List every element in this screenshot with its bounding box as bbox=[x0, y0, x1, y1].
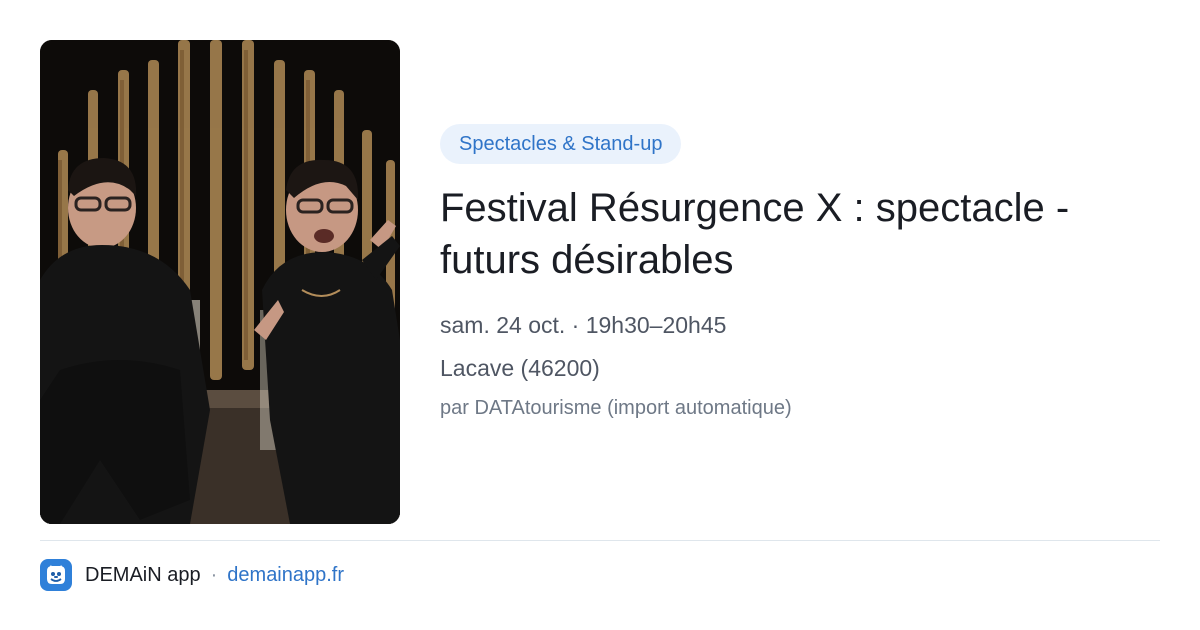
footer-separator: · bbox=[210, 563, 218, 586]
domain-link[interactable]: demainapp.fr bbox=[227, 564, 344, 587]
app-name: DEMAiN app bbox=[85, 563, 201, 586]
demain-app-icon bbox=[40, 559, 72, 591]
event-datetime: sam. 24 oct. · 19h30–20h45 bbox=[440, 312, 727, 338]
category-badge[interactable]: Spectacles & Stand-up bbox=[440, 124, 682, 164]
share-card: Spectacles & Stand-up Festival Résurgenc… bbox=[0, 0, 1200, 630]
event-location: Lacave (46200) bbox=[440, 355, 600, 381]
footer: DEMAiN app · demainapp.fr bbox=[40, 558, 344, 592]
divider bbox=[40, 540, 1160, 541]
event-details: Spectacles & Stand-up Festival Résurgenc… bbox=[440, 124, 1170, 421]
event-title[interactable]: Festival Résurgence X : spectacle - futu… bbox=[440, 182, 1160, 286]
event-source: par DATAtourisme (import automatique) bbox=[440, 397, 792, 419]
event-photo bbox=[40, 40, 400, 524]
